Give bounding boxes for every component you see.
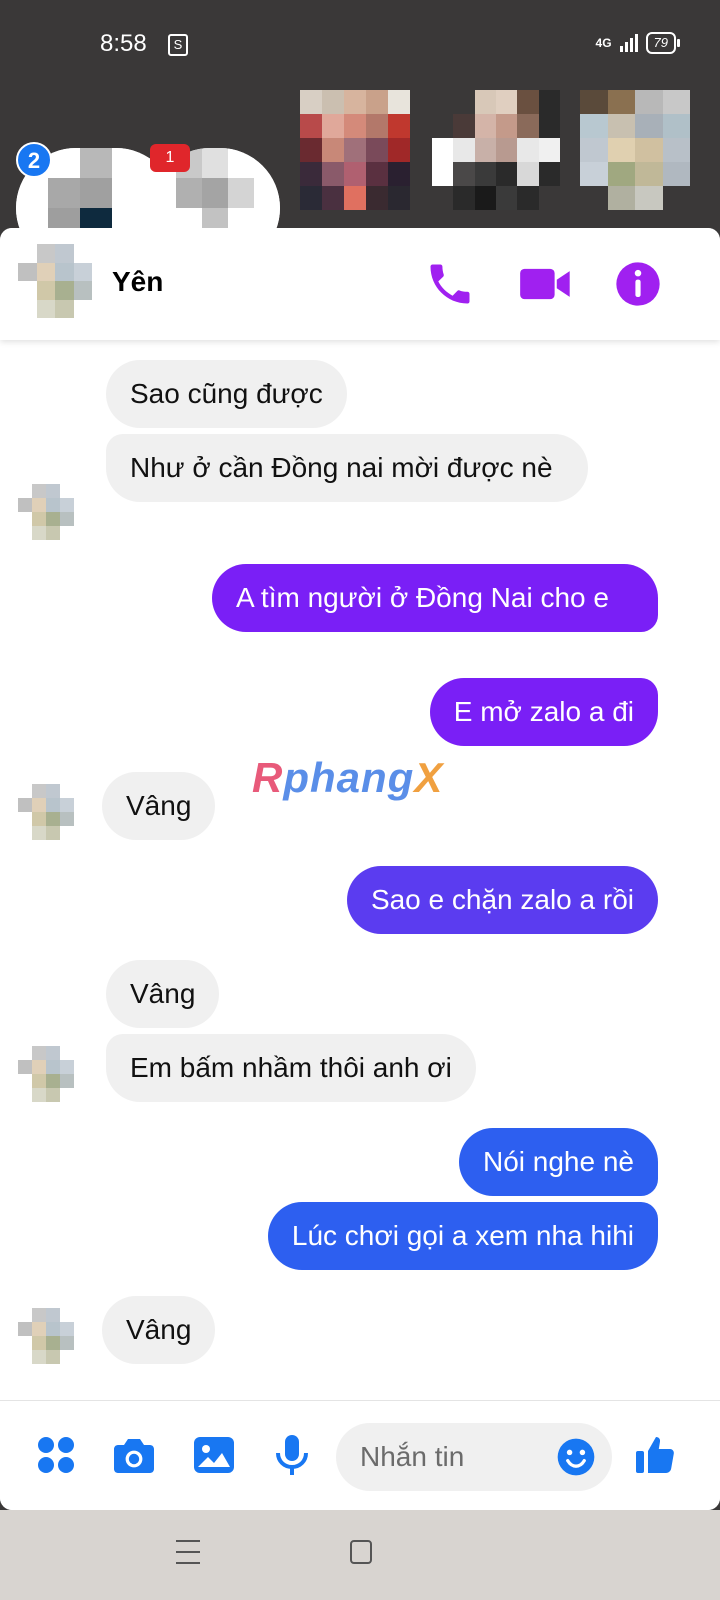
chat-head-avatar[interactable] bbox=[580, 90, 690, 210]
chat-head-avatar[interactable] bbox=[432, 90, 560, 210]
contact-avatar-small bbox=[18, 484, 74, 540]
info-icon[interactable] bbox=[612, 258, 664, 310]
battery-icon: 79 bbox=[645, 32, 681, 54]
chat-header: Yên bbox=[0, 228, 720, 340]
outgoing-message[interactable]: A tìm người ở Đồng Nai cho e bbox=[212, 564, 658, 632]
thumbs-up-icon[interactable] bbox=[632, 1431, 680, 1479]
contact-name[interactable]: Yên bbox=[112, 266, 163, 298]
contact-avatar-small bbox=[18, 1308, 74, 1364]
status-time: 8:58 bbox=[100, 30, 147, 57]
incoming-message[interactable]: Sao cũng được bbox=[106, 360, 347, 428]
unread-count-badge: 2 bbox=[16, 142, 52, 178]
signal-icon bbox=[619, 34, 638, 52]
camera-icon[interactable] bbox=[110, 1431, 158, 1479]
outgoing-message[interactable]: Nói nghe nè bbox=[458, 1128, 658, 1196]
recent-apps-button[interactable] bbox=[176, 1540, 200, 1566]
chat-heads-bar: 2 1 bbox=[0, 60, 720, 268]
incoming-message[interactable]: Em bấm nhầm thôi anh ơi bbox=[106, 1034, 476, 1102]
home-button[interactable] bbox=[350, 1540, 372, 1564]
incoming-message[interactable]: Vâng bbox=[102, 1296, 216, 1364]
message-list[interactable]: Sao cũng được Như ở cần Đồng nai mời đượ… bbox=[0, 332, 720, 1400]
contact-avatar-small bbox=[18, 1046, 74, 1102]
incoming-message[interactable]: Vâng bbox=[102, 772, 216, 840]
incoming-message[interactable]: Như ở cần Đồng nai mời được nè bbox=[106, 434, 588, 502]
apps-icon[interactable] bbox=[32, 1431, 80, 1479]
microphone-icon[interactable] bbox=[268, 1431, 316, 1479]
incoming-message[interactable]: Vâng bbox=[106, 960, 220, 1028]
system-nav-bar bbox=[0, 1510, 720, 1600]
message-composer bbox=[0, 1400, 720, 1510]
phone-icon[interactable] bbox=[424, 258, 476, 310]
notification-badge: 1 bbox=[150, 144, 190, 172]
outgoing-message[interactable]: Sao e chặn zalo a rồi bbox=[346, 866, 658, 934]
contact-avatar-small bbox=[18, 784, 74, 840]
message-input-wrapper bbox=[336, 1423, 612, 1491]
chat-panel: Yên Sao cũng được Như ở cần Đồng nai mời… bbox=[0, 228, 720, 1510]
message-input[interactable] bbox=[360, 1435, 540, 1479]
shopping-bag-icon: S bbox=[168, 34, 188, 56]
outgoing-message[interactable]: Lúc chơi gọi a xem nha hihi bbox=[267, 1202, 658, 1270]
outgoing-message[interactable]: E mở zalo a đi bbox=[429, 678, 658, 746]
emoji-icon[interactable] bbox=[554, 1435, 598, 1479]
watermark-logo: RphangX bbox=[252, 754, 444, 801]
network-type: 4G bbox=[595, 36, 612, 50]
gallery-icon[interactable] bbox=[190, 1431, 238, 1479]
chat-head-avatar[interactable] bbox=[300, 90, 410, 210]
contact-avatar[interactable] bbox=[18, 244, 92, 318]
video-camera-icon[interactable] bbox=[518, 258, 574, 310]
status-indicators: 4G 79 bbox=[595, 32, 681, 54]
